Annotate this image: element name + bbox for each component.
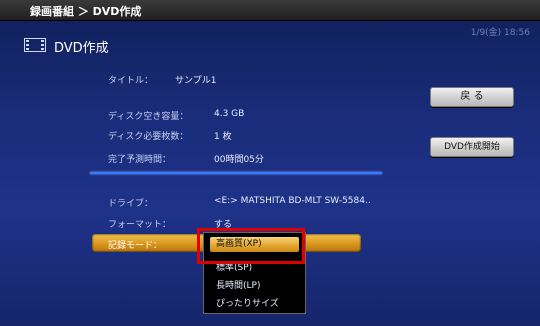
- clock: 1/9(金) 18:56: [470, 28, 530, 38]
- drive-value[interactable]: <E:> MATSHITA BD-MLT SW-5584..: [214, 196, 371, 206]
- format-label: フォーマット：: [108, 220, 172, 230]
- eta-value: 00時間05分: [214, 155, 264, 165]
- focus-highlight-box: [197, 228, 305, 264]
- eta-label: 完了予測時間：: [108, 155, 172, 165]
- title-value: サンプル1: [175, 76, 217, 86]
- option-fit[interactable]: ぴったりサイズ: [216, 296, 279, 309]
- option-lp[interactable]: 長時間(LP): [216, 278, 260, 291]
- disc-count-value: 1 枚: [214, 132, 232, 142]
- page-title: DVD作成: [54, 41, 109, 56]
- free-space-label: ディスク空き容量：: [108, 112, 189, 122]
- top-bar: 録画番組 ＞ DVD作成: [0, 0, 540, 21]
- record-mode-label: 記録モード：: [108, 241, 163, 251]
- disc-count-label: ディスク必要枚数：: [108, 132, 189, 142]
- divider: [90, 172, 382, 174]
- dvd-create-screen: 録画番組 ＞ DVD作成 1/9(金) 18:56 DVD作成 タイトル： サン…: [0, 0, 540, 326]
- drive-label: ドライブ：: [108, 199, 154, 209]
- title-label: タイトル：: [108, 76, 154, 86]
- free-space-value: 4.3 GB: [214, 109, 245, 119]
- start-dvd-button[interactable]: DVD作成開始: [430, 137, 514, 157]
- back-button[interactable]: 戻 る: [430, 87, 514, 107]
- film-icon: [24, 38, 46, 52]
- breadcrumb: 録画番組 ＞ DVD作成: [30, 5, 142, 18]
